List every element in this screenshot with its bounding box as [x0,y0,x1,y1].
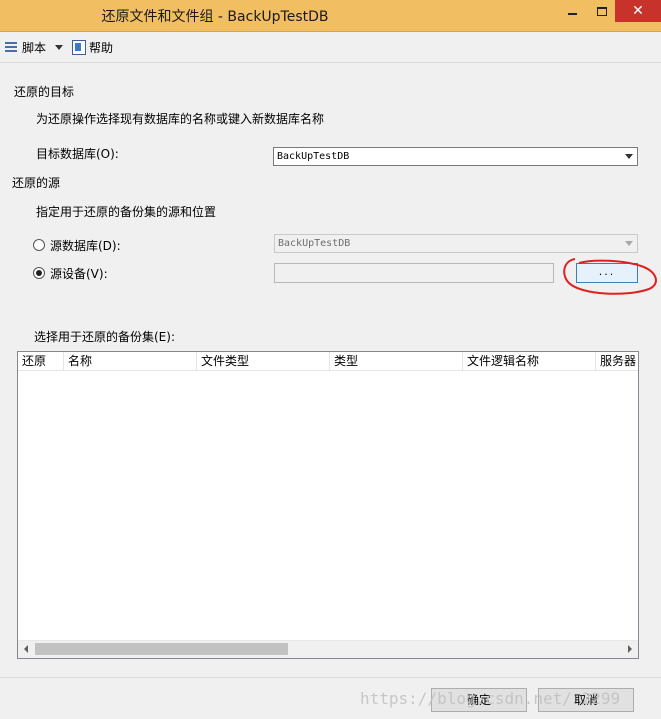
source-section-title: 还原的源 [12,176,61,190]
target-db-combo[interactable]: BackUpTestDB [273,147,638,166]
close-button[interactable]: ✕ [615,0,661,22]
target-section-title: 还原的目标 [14,85,75,99]
help-icon [72,40,86,55]
grid-header: 还原 名称 文件类型 类型 文件逻辑名称 服务器 [18,352,638,371]
toolbar: 脚本 帮助 [0,32,661,63]
source-db-radio-label: 源数据库(D): [50,239,121,253]
annotation-circle [563,258,657,295]
source-description: 指定用于还原的备份集的源和位置 [36,205,217,219]
chevron-down-icon [625,154,633,159]
window-title: 还原文件和文件组 - BackUpTestDB [101,9,329,25]
scrollbar-thumb[interactable] [35,643,288,655]
script-label: 脚本 [22,41,47,55]
source-device-radio[interactable] [33,267,45,279]
source-db-radio[interactable] [33,239,45,251]
minimize-icon [567,13,577,15]
scroll-left-icon[interactable] [24,645,28,653]
column-header-logical-name[interactable]: 文件逻辑名称 [463,352,596,370]
close-icon: ✕ [632,3,644,19]
script-icon [4,40,19,55]
target-db-label: 目标数据库(O): [36,147,119,161]
column-header-file-type[interactable]: 文件类型 [197,352,330,370]
help-button[interactable]: 帮助 [72,39,113,56]
minimize-button[interactable] [556,0,588,22]
column-header-restore[interactable]: 还原 [18,352,64,370]
source-db-value: BackUpTestDB [278,238,351,249]
maximize-icon [596,6,607,16]
scroll-right-icon[interactable] [628,645,632,653]
backup-sets-label: 选择用于还原的备份集(E): [34,330,175,344]
target-db-value: BackUpTestDB [277,151,350,162]
column-header-server[interactable]: 服务器 [596,352,638,370]
column-header-name[interactable]: 名称 [64,352,197,370]
source-device-radio-label: 源设备(V): [50,267,108,281]
source-device-field [274,263,554,283]
target-description: 为还原操作选择现有数据库的名称或键入新数据库名称 [36,112,325,126]
title-bar: 还原文件和文件组 - BackUpTestDB ✕ [0,0,661,32]
horizontal-scrollbar[interactable] [18,640,638,658]
dialog-content: 还原的目标 为还原操作选择现有数据库的名称或键入新数据库名称 目标数据库(O):… [0,63,661,677]
help-label: 帮助 [89,41,114,55]
script-button[interactable]: 脚本 [4,39,64,56]
chevron-down-icon[interactable] [55,45,64,50]
maximize-button[interactable] [588,0,615,22]
column-header-type[interactable]: 类型 [330,352,463,370]
backup-sets-grid[interactable]: 还原 名称 文件类型 类型 文件逻辑名称 服务器 [17,351,639,659]
watermark: https://blog.csdn.net/ 2299 [360,689,621,708]
source-db-combo: BackUpTestDB [274,234,638,253]
chevron-down-icon [625,241,633,246]
